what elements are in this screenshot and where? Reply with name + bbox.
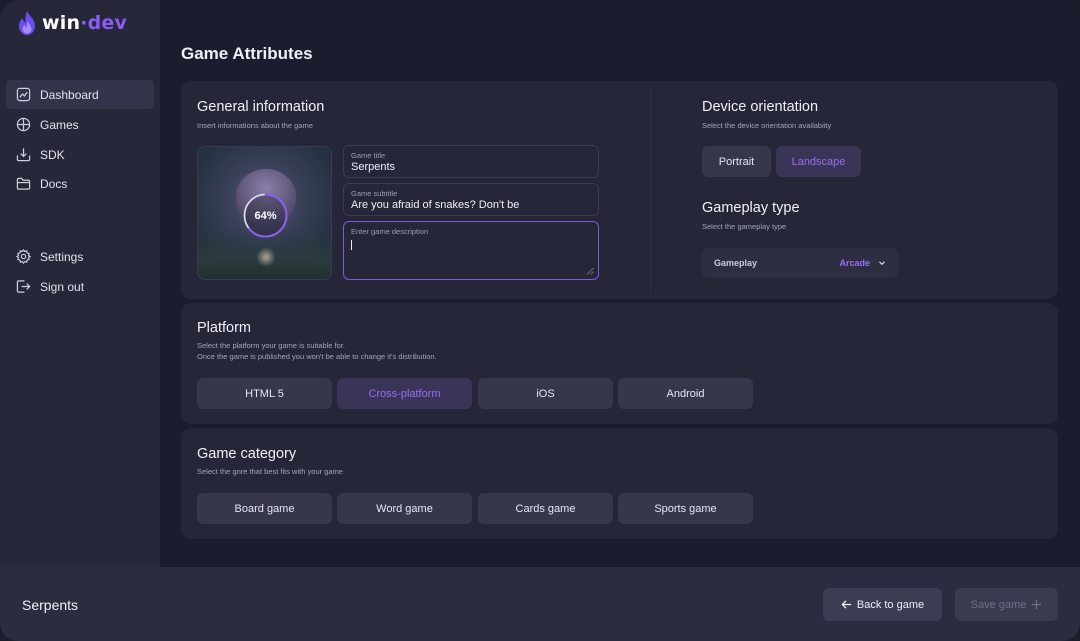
sidebar-item-docs[interactable]: Docs [6, 169, 154, 198]
games-icon [16, 117, 31, 132]
platform-html5-button[interactable]: HTML 5 [197, 378, 332, 409]
platform-subtitle-1: Select the platform your game is suitabl… [197, 341, 345, 350]
gameplay-select-value: Arcade [839, 258, 870, 268]
chart-icon [16, 87, 31, 102]
page-title: Game Attributes [181, 44, 313, 63]
sidebar-item-label: Sign out [40, 279, 85, 294]
platform-card: Platform Select the platform your game i… [181, 303, 1058, 424]
orientation-portrait-button[interactable]: Portrait [702, 146, 771, 177]
back-to-game-label: Back to game [856, 598, 925, 611]
game-title-value: Serpents [351, 161, 396, 173]
platform-ios-button[interactable]: iOS [478, 378, 613, 409]
game-cover-image[interactable]: 64% [197, 146, 332, 280]
footer-bar: Serpents Back to game Save game [0, 567, 1080, 641]
cover-glow [256, 247, 276, 267]
logo[interactable]: win·dev [16, 10, 127, 36]
section-divider [650, 89, 651, 293]
sign-out-icon [16, 280, 31, 293]
sidebar-item-games[interactable]: Games [6, 110, 154, 139]
folder-icon [16, 177, 31, 190]
app-window: win·dev Dashboard Games SDK Docs Setting… [0, 0, 1080, 641]
general-info-title: General information [197, 99, 325, 115]
category-cards-game-button[interactable]: Cards game [478, 493, 613, 524]
game-title-field[interactable]: Game title Serpents [343, 145, 599, 178]
platform-cross-platform-button[interactable]: Cross-platform [337, 378, 472, 409]
category-sports-game-button[interactable]: Sports game [618, 493, 753, 524]
gear-icon [16, 249, 31, 264]
footer-game-name: Serpents [22, 597, 79, 613]
sidebar-item-dashboard[interactable]: Dashboard [6, 80, 154, 109]
sidebar-item-label: Games [40, 117, 79, 132]
sidebar-item-label: Docs [40, 176, 68, 191]
sidebar-item-settings[interactable]: Settings [6, 242, 154, 271]
device-orientation-subtitle: Select the device orientation availabiit… [702, 121, 832, 130]
orientation-landscape-button[interactable]: Landscape [776, 146, 861, 177]
chevron-down-icon [879, 261, 885, 266]
general-info-card: General information Insert informations … [181, 81, 1058, 299]
upload-progress-text: 64% [254, 209, 277, 222]
game-title-label: Game title [351, 151, 386, 160]
game-description-textarea[interactable]: Enter game description [343, 221, 599, 280]
save-game-button[interactable]: Save game [955, 588, 1058, 621]
game-subtitle-field[interactable]: Game subtitle Are you afraid of snakes? … [343, 183, 599, 216]
arrow-left-icon [841, 600, 851, 609]
gameplay-type-title: Gameplay type [702, 200, 800, 216]
plus-icon [1032, 599, 1042, 610]
game-category-card: Game category Select the gnre that best … [181, 428, 1058, 539]
gameplay-select[interactable]: Gameplay Arcade [702, 248, 898, 278]
general-info-subtitle: Insert informations about the game [197, 121, 313, 130]
gameplay-select-label: Gameplay [714, 258, 758, 268]
platform-subtitle-2: Once the game is published you won't be … [197, 352, 437, 361]
sidebar-item-label: Settings [40, 249, 84, 264]
sidebar-item-sign-out[interactable]: Sign out [6, 272, 154, 301]
game-subtitle-value: Are you afraid of snakes? Don't be [351, 199, 520, 211]
download-icon [16, 148, 31, 162]
text-caret [351, 240, 352, 250]
sidebar-item-sdk[interactable]: SDK [6, 140, 154, 169]
sidebar-item-label: Dashboard [40, 87, 99, 102]
game-description-placeholder: Enter game description [351, 227, 429, 236]
platform-title: Platform [197, 320, 251, 336]
gameplay-type-subtitle: Select the gameplay type [702, 222, 787, 231]
resize-grip-icon[interactable] [586, 267, 594, 275]
category-word-game-button[interactable]: Word game [337, 493, 472, 524]
platform-android-button[interactable]: Android [618, 378, 753, 409]
flame-logo-icon [19, 11, 35, 35]
sidebar-item-label: SDK [40, 147, 65, 162]
sidebar: win·dev Dashboard Games SDK Docs Setting… [0, 0, 160, 567]
device-orientation-title: Device orientation [702, 99, 819, 115]
category-board-game-button[interactable]: Board game [197, 493, 332, 524]
brand-name: win·dev [42, 12, 128, 34]
save-game-label: Save game [970, 598, 1027, 611]
game-category-title: Game category [197, 446, 297, 462]
game-category-subtitle: Select the gnre that best fits with your… [197, 467, 343, 476]
game-subtitle-label: Game subtitle [351, 189, 398, 198]
back-to-game-button[interactable]: Back to game [823, 588, 942, 621]
